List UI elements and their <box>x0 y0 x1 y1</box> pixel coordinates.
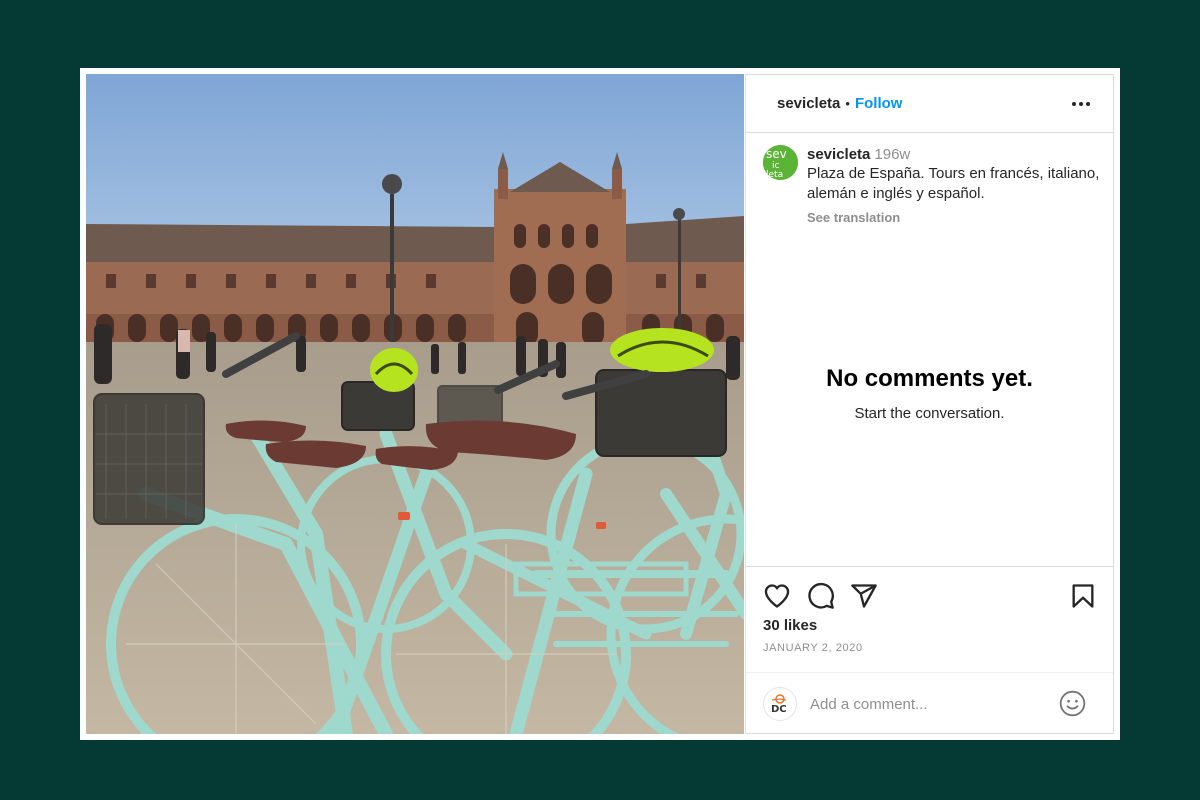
post-card: sevicleta • Follow sev ic leta sevicleta… <box>80 68 1120 740</box>
add-comment-input[interactable] <box>810 691 1050 717</box>
follow-button[interactable]: Follow <box>855 95 903 112</box>
user-logo-icon: DC <box>771 694 787 715</box>
empty-comments-title: No comments yet. <box>826 365 1033 392</box>
svg-text:sev: sev <box>766 147 787 161</box>
comment-bar: DC <box>746 672 1113 734</box>
share-icon[interactable] <box>850 582 878 610</box>
bicycles-photo <box>86 74 744 734</box>
post-side-panel: sevicleta • Follow sev ic leta sevicleta… <box>745 74 1114 734</box>
post-photo[interactable] <box>86 74 744 734</box>
caption-header: sevicleta 196w <box>807 145 1107 164</box>
empty-comments-subtitle: Start the conversation. <box>854 405 1005 422</box>
more-horizontal-icon[interactable] <box>1071 95 1091 113</box>
heart-icon[interactable] <box>763 582 791 610</box>
post-actions: 30 likes JANUARY 2, 2020 <box>746 566 1113 672</box>
likes-count[interactable]: 30 likes <box>763 617 817 634</box>
caption-avatar[interactable]: sev ic leta <box>763 145 798 180</box>
see-translation-link[interactable]: See translation <box>807 210 1107 225</box>
user-avatar-text: DC <box>771 704 787 715</box>
post-date[interactable]: JANUARY 2, 2020 <box>763 642 863 654</box>
empty-comments: No comments yet. Start the conversation. <box>746 365 1113 422</box>
caption-body: sevicleta 196w Plaza de España. Tours en … <box>807 145 1107 225</box>
caption-username[interactable]: sevicleta <box>807 146 870 163</box>
svg-text:leta: leta <box>766 170 783 180</box>
emoji-icon[interactable] <box>1059 690 1086 717</box>
header-separator: • <box>845 96 850 111</box>
caption-text: Plaza de España. Tours en francés, itali… <box>807 165 1100 202</box>
user-avatar[interactable]: DC <box>763 687 797 721</box>
bookmark-icon[interactable] <box>1069 582 1097 610</box>
post-header: sevicleta • Follow <box>746 75 1113 133</box>
comment-icon[interactable] <box>807 582 835 610</box>
post-username[interactable]: sevicleta <box>777 95 840 112</box>
caption-age[interactable]: 196w <box>874 146 910 163</box>
sevicleta-logo-icon: sev ic leta <box>763 145 798 180</box>
